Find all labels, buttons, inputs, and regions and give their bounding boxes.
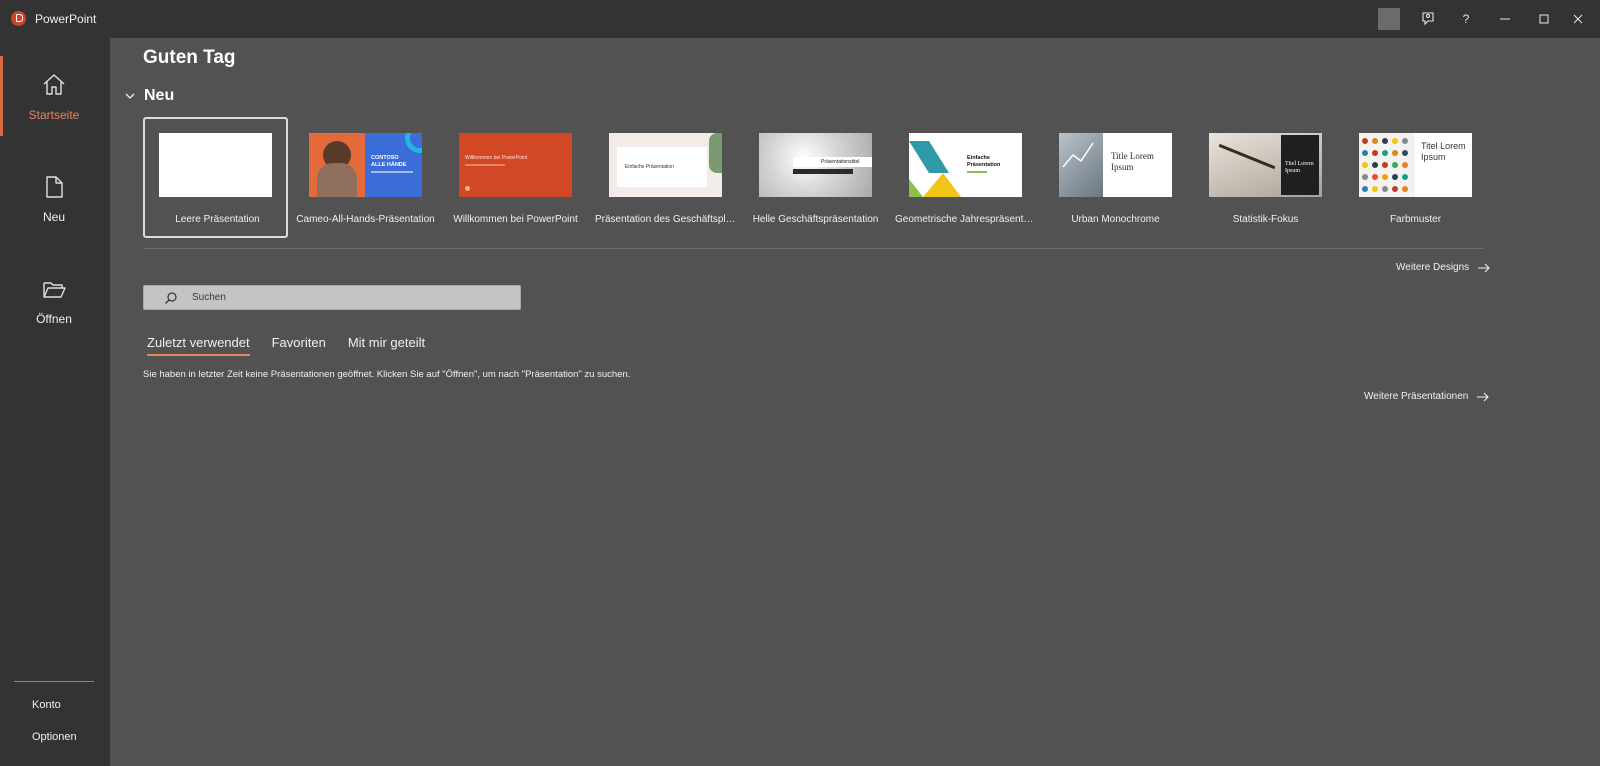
more-presentations-link[interactable]: Weitere Präsentationen: [1364, 391, 1490, 402]
template-thumbnail: Title Lorem Ipsum: [1059, 133, 1172, 197]
user-avatar[interactable]: [1378, 8, 1400, 30]
template-thumbnail: [159, 133, 272, 197]
sidebar-item-open[interactable]: Öffnen: [0, 254, 110, 340]
sidebar-divider: [14, 681, 94, 682]
tab-recent[interactable]: Zuletzt verwendet: [147, 335, 250, 356]
template-thumbnail: Titel Lorem Ipsum: [1209, 133, 1322, 197]
minimize-icon[interactable]: [1483, 0, 1527, 38]
more-designs-label: Weitere Designs: [1396, 262, 1470, 273]
template-thumbnail: CONTOSO ALLE HÄNDE: [309, 133, 422, 197]
sidebar: Startseite Neu Öffnen Konto Optionen: [0, 38, 110, 766]
sidebar-item-home[interactable]: Startseite: [0, 50, 110, 136]
template-thumbnail: Einfache Präsentation: [909, 133, 1022, 197]
template-geometric[interactable]: Einfache Präsentation Geometrische Jahre…: [893, 117, 1038, 238]
template-blank[interactable]: Leere Präsentation: [143, 117, 288, 238]
template-label: Leere Präsentation: [175, 214, 260, 225]
sidebar-item-label: Öffnen: [36, 312, 72, 326]
title-bar: PowerPoint ?: [0, 0, 1600, 38]
tab-shared[interactable]: Mit mir geteilt: [348, 335, 425, 355]
template-label: Geometrische Jahrespräsentation: [895, 214, 1038, 225]
new-section-header[interactable]: Neu: [124, 86, 174, 106]
powerpoint-logo-icon: [11, 11, 26, 26]
search-icon: [165, 292, 177, 304]
template-label: Helle Geschäftspräsentation: [752, 214, 879, 225]
more-presentations-label: Weitere Präsentationen: [1364, 391, 1469, 402]
new-document-icon: [46, 176, 63, 198]
help-icon[interactable]: ?: [1444, 0, 1488, 38]
more-designs-link[interactable]: Weitere Designs: [1396, 262, 1491, 273]
template-label: Präsentation des Geschäftsplans: [595, 214, 738, 225]
section-title: Neu: [144, 87, 175, 104]
app-title: PowerPoint: [35, 12, 97, 26]
template-bright-business[interactable]: Präsentationstitel Helle Geschäftspräsen…: [743, 117, 888, 238]
arrow-right-icon: [1477, 392, 1490, 401]
folder-open-icon: [43, 282, 66, 298]
tab-favorites[interactable]: Favoriten: [272, 335, 326, 355]
template-label: Willkommen bei PowerPoint: [453, 214, 578, 225]
recent-tabs: Zuletzt verwendet Favoriten Mit mir gete…: [147, 335, 425, 356]
template-thumbnail: Einfache Präsentation: [609, 133, 722, 197]
template-thumbnail: Willkommen bei PowerPoint: [459, 133, 572, 197]
home-icon: [43, 74, 65, 95]
template-welcome[interactable]: Willkommen bei PowerPoint Willkommen bei…: [443, 117, 588, 238]
search-input[interactable]: [192, 290, 502, 305]
sidebar-item-account[interactable]: Konto: [32, 699, 61, 711]
template-thumbnail: Präsentationstitel: [759, 133, 872, 197]
template-cameo[interactable]: CONTOSO ALLE HÄNDE Cameo-All-Hands-Präse…: [293, 117, 438, 238]
empty-state-message: Sie haben in letzter Zeit keine Präsenta…: [143, 369, 631, 380]
template-business-plan[interactable]: Einfache Präsentation Präsentation des G…: [593, 117, 738, 238]
section-divider: [143, 248, 1484, 249]
template-color-pattern[interactable]: Titel Lorem Ipsum Farbmuster: [1343, 117, 1488, 238]
sidebar-item-label: Startseite: [28, 108, 80, 122]
template-thumbnail: Titel Lorem Ipsum: [1359, 133, 1472, 197]
template-label: Urban Monochrome: [1071, 214, 1160, 225]
template-label: Cameo-All-Hands-Präsentation: [296, 214, 435, 225]
close-icon[interactable]: [1556, 0, 1600, 38]
arrow-right-icon: [1478, 263, 1490, 272]
search-box[interactable]: [143, 285, 521, 310]
template-label: Statistik-Fokus: [1232, 214, 1299, 225]
template-label: Farbmuster: [1389, 214, 1442, 225]
template-urban-monochrome[interactable]: Title Lorem Ipsum Urban Monochrome: [1043, 117, 1188, 238]
sidebar-item-options[interactable]: Optionen: [32, 731, 77, 743]
template-statistics-focus[interactable]: Titel Lorem Ipsum Statistik-Fokus: [1193, 117, 1338, 238]
sidebar-item-label: Neu: [42, 210, 65, 224]
sidebar-item-new[interactable]: Neu: [0, 152, 110, 238]
page-title: Guten Tag: [143, 47, 236, 68]
chevron-down-icon: [125, 93, 135, 99]
